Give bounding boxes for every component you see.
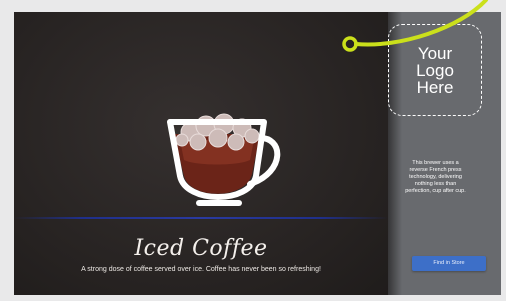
find-in-store-button[interactable]: Find in Store [412, 256, 486, 271]
logo-line-2: Logo [416, 60, 454, 80]
sidebar-text-line: nothing less than [414, 181, 457, 187]
sidebar-text-line: This brewer uses a [412, 160, 459, 166]
divider-line [14, 217, 388, 219]
logo-placeholder[interactable]: Your Logo Here [388, 24, 482, 116]
sidebar-description: This brewer uses a reverse French press … [384, 160, 487, 195]
sidebar-text-line: perfection, cup after cup. [405, 188, 466, 194]
sidebar-text-line: reverse French press [409, 167, 462, 173]
product-description: A strong dose of coffee served over ice.… [81, 266, 321, 273]
product-title: Iced Coffee [134, 236, 268, 261]
logo-line-3: Here [416, 77, 454, 97]
logo-line-1: Your [417, 43, 453, 63]
sidebar-text-line: technology, delivering [409, 174, 462, 180]
main-panel: Iced Coffee A strong dose of coffee serv… [14, 12, 388, 295]
iced-coffee-cup-icon [146, 100, 296, 215]
